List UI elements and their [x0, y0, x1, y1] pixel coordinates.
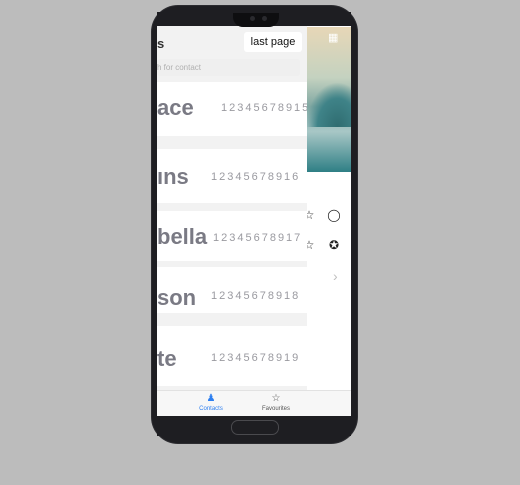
tab-label: Favourites	[261, 406, 290, 412]
tab-contacts[interactable]: ♟ Contacts	[181, 391, 241, 417]
contact-name: ace	[157, 95, 194, 120]
front-camera	[250, 16, 255, 21]
contact-name: bella	[157, 224, 208, 249]
tab-label: Contacts	[199, 406, 223, 412]
tab-bar: ♟ Contacts ☆ Favourites	[157, 390, 351, 417]
message-icon[interactable]: ◯	[327, 208, 341, 222]
contact-name: son	[157, 285, 197, 310]
contact-row[interactable]: te 12345678919	[157, 326, 307, 386]
contact-row[interactable]: bella 12345678917	[157, 211, 307, 261]
camera-notch	[233, 13, 279, 27]
contact-phone: 12345678918	[211, 290, 301, 302]
contact-phone: 12345678916	[211, 171, 301, 183]
star-icon: ☆	[271, 393, 281, 404]
contacts-icon: ♟	[206, 393, 216, 404]
background-photo-hill	[306, 82, 351, 127]
contact-phone: 12345678919	[211, 352, 301, 364]
chevron-right-icon[interactable]: ›	[333, 268, 338, 284]
contact-row[interactable]: ıns 12345678916	[157, 149, 307, 203]
contact-name: te	[157, 346, 177, 371]
home-button[interactable]	[231, 420, 279, 435]
contact-row[interactable]: son 12345678918	[157, 267, 307, 313]
contact-phone: 12345678915	[221, 102, 307, 114]
contact-row[interactable]: ace 12345678915	[157, 82, 307, 136]
search-input[interactable]: h for contact	[157, 59, 300, 76]
tab-favourites[interactable]: ☆ Favourites	[246, 391, 306, 417]
background-panel	[306, 172, 351, 390]
contact-phone: 12345678917	[213, 232, 303, 244]
qr-code-icon[interactable]: ▦	[328, 32, 340, 44]
camera-icon[interactable]: ✪	[327, 238, 341, 252]
last-page-button[interactable]: last page	[244, 32, 302, 52]
page-title-fragment: s	[157, 36, 165, 51]
contact-name: ıns	[157, 164, 189, 189]
front-camera	[262, 16, 267, 21]
